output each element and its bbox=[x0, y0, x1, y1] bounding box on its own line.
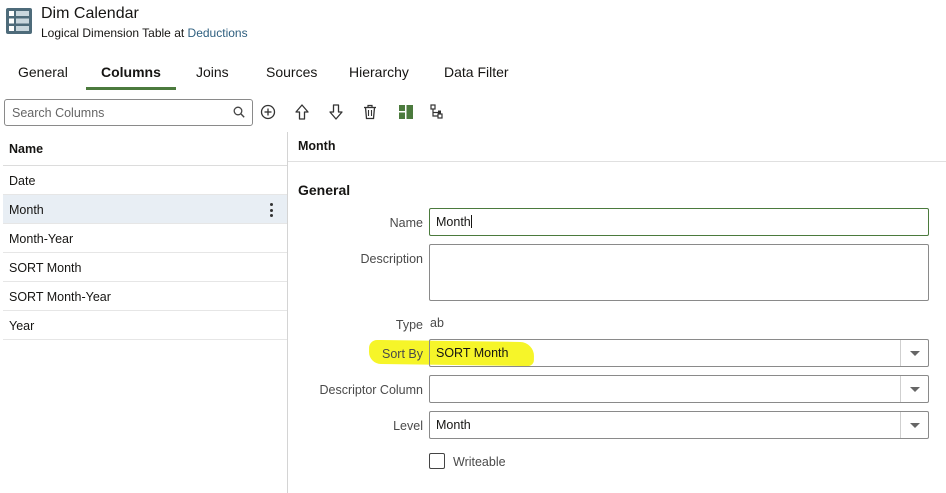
move-up-icon[interactable] bbox=[292, 102, 312, 122]
detail-title: Month bbox=[298, 139, 336, 153]
tab-data-filter[interactable]: Data Filter bbox=[444, 62, 509, 90]
columns-list: Name Date Month Month-Year SORT Month SO… bbox=[3, 133, 288, 493]
columns-view-icon[interactable] bbox=[396, 102, 416, 122]
type-value: ab bbox=[430, 316, 444, 330]
page-title: Dim Calendar bbox=[41, 5, 139, 22]
list-item-date[interactable]: Date bbox=[3, 166, 288, 195]
type-label: Type bbox=[395, 318, 423, 332]
move-down-icon[interactable] bbox=[326, 102, 346, 122]
pane-divider[interactable] bbox=[287, 132, 288, 493]
list-item-label: Month bbox=[9, 203, 44, 217]
descriptor-column-label: Descriptor Column bbox=[319, 383, 423, 397]
list-item-label: Date bbox=[9, 174, 36, 188]
level-select[interactable]: Month bbox=[429, 411, 929, 439]
column-header-name[interactable]: Name bbox=[9, 142, 43, 156]
list-item-label: SORT Month bbox=[9, 261, 82, 275]
sort-by-label: Sort By bbox=[382, 347, 423, 361]
search-icon[interactable] bbox=[233, 106, 245, 118]
tab-joins[interactable]: Joins bbox=[196, 62, 229, 90]
name-field-value: Month bbox=[436, 215, 471, 229]
subtitle-prefix: Logical Dimension Table at bbox=[41, 26, 185, 40]
list-item-label: Month-Year bbox=[9, 232, 74, 246]
hierarchy-icon[interactable] bbox=[428, 102, 448, 122]
name-field[interactable]: Month bbox=[429, 208, 929, 236]
detail-title-divider bbox=[288, 161, 946, 162]
name-label: Name bbox=[389, 216, 423, 230]
level-label: Level bbox=[393, 419, 423, 433]
list-item-label: Year bbox=[9, 319, 35, 333]
delete-icon[interactable] bbox=[360, 102, 380, 122]
chevron-down-icon[interactable] bbox=[900, 340, 928, 366]
tab-bar: General Columns Joins Sources Hierarchy … bbox=[0, 62, 946, 90]
level-value: Month bbox=[436, 418, 471, 432]
add-icon[interactable] bbox=[258, 102, 278, 122]
chevron-down-icon[interactable] bbox=[900, 412, 928, 438]
page-subtitle: Logical Dimension Table at Deductions bbox=[41, 26, 248, 40]
tab-hierarchy[interactable]: Hierarchy bbox=[349, 62, 409, 90]
search-input[interactable]: Search Columns bbox=[4, 99, 253, 126]
tab-sources[interactable]: Sources bbox=[266, 62, 317, 90]
chevron-down-icon[interactable] bbox=[900, 376, 928, 402]
table-icon bbox=[6, 8, 32, 34]
sort-by-select[interactable]: SORT Month bbox=[429, 339, 929, 367]
writeable-label[interactable]: Writeable bbox=[453, 455, 506, 469]
subtitle-link[interactable]: Deductions bbox=[188, 26, 248, 40]
section-title-general: General bbox=[298, 182, 351, 198]
search-placeholder: Search Columns bbox=[12, 106, 105, 120]
tab-general[interactable]: General bbox=[18, 62, 68, 90]
description-field[interactable] bbox=[429, 244, 929, 301]
list-item-label: SORT Month-Year bbox=[9, 290, 111, 304]
description-label: Description bbox=[360, 252, 423, 266]
tab-columns[interactable]: Columns bbox=[86, 62, 176, 90]
page-header: Dim Calendar Logical Dimension Table at … bbox=[0, 0, 946, 48]
list-item-sort-month-year[interactable]: SORT Month-Year bbox=[3, 282, 288, 311]
writeable-checkbox[interactable] bbox=[429, 453, 445, 469]
sort-by-value: SORT Month bbox=[436, 346, 509, 360]
descriptor-column-select[interactable] bbox=[429, 375, 929, 403]
